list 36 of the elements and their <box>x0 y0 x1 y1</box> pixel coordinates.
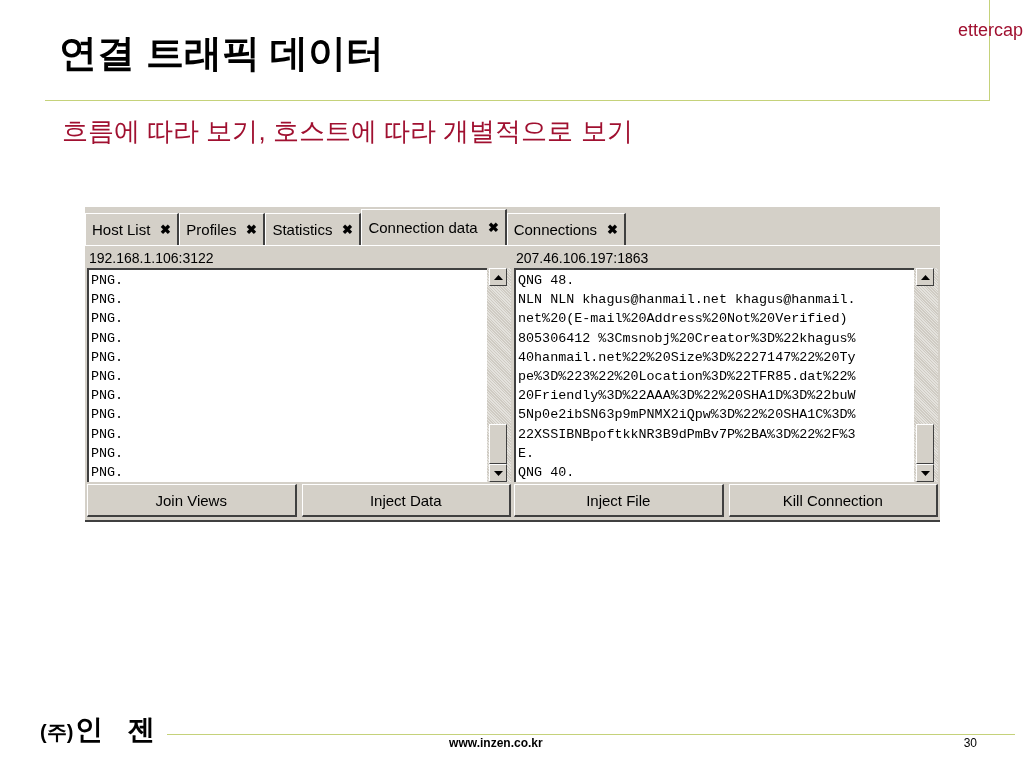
up-arrow-icon <box>493 274 503 280</box>
action-button[interactable]: Inject Data <box>301 484 511 517</box>
action-button[interactable]: Kill Connection <box>728 484 938 517</box>
scroll-up-button[interactable] <box>916 268 934 286</box>
tab[interactable]: Connection data ✖ <box>361 209 507 245</box>
down-arrow-icon <box>920 470 930 476</box>
close-icon[interactable]: ✖ <box>607 222 619 237</box>
slide-title: 연결 트래픽 데이터 <box>59 31 385 76</box>
page-number: 30 <box>963 736 977 750</box>
action-button[interactable]: Join Views <box>87 484 297 517</box>
scroll-down-button[interactable] <box>916 464 934 482</box>
topic-label: ettercap <box>957 20 1023 41</box>
close-icon[interactable]: ✖ <box>246 222 258 237</box>
scrollbar[interactable] <box>487 268 511 482</box>
close-icon[interactable]: ✖ <box>342 222 354 237</box>
close-icon[interactable]: ✖ <box>487 220 499 235</box>
slide-subtitle: 흐름에 따라 보기, 호스트에 따라 개별적으로 보기 <box>62 115 633 147</box>
action-button[interactable]: Inject File <box>514 484 724 517</box>
tab[interactable]: Connections ✖ <box>506 213 627 245</box>
address-label: 192.168.1.106:3122 <box>88 249 215 268</box>
text-area: QNG 48. NLN NLN khagus@hanmail.net khagus@hanmail. net%20(E-mail%20Address%20Not%20Verified) 805306412 %3Cmsnobj%20Creator%3D%22khagus% 40hanmail.net%22%20Size%3D%2227147%22%20Ty pe%3D%223%22%20Location%3D%22TFR85.dat%22% 20Friendly%3D%22AAA%3D%22%20SHA1D%3D%22buW 5Np0e2ibSN63p9mPNMX2iQpw%3D%22%20SHA1C%3D% 22XSSIBNBpoftkkNR3B9dPmBv7P%2BA%3D%22%2F%3 E. QNG 40. <box>514 268 914 482</box>
tab[interactable]: Profiles ✖ <box>179 213 266 245</box>
down-arrow-icon <box>493 470 503 476</box>
website-url: www.inzen.co.kr <box>449 736 543 750</box>
scroll-thumb[interactable] <box>916 424 934 464</box>
text-area: PNG. PNG. PNG. PNG. PNG. PNG. PNG. PNG. PNG. PNG. PNG. <box>87 268 487 482</box>
scrollbar[interactable] <box>914 268 938 482</box>
tab[interactable]: Host List ✖ <box>85 213 180 245</box>
scroll-up-button[interactable] <box>489 268 507 286</box>
close-icon[interactable]: ✖ <box>160 222 172 237</box>
address-label: 207.46.106.197:1863 <box>515 249 650 268</box>
company-logo: (주)인 젠 <box>40 716 164 746</box>
scroll-down-button[interactable] <box>489 464 507 482</box>
tab[interactable]: Statistics ✖ <box>265 213 362 245</box>
up-arrow-icon <box>920 274 930 280</box>
scroll-thumb[interactable] <box>489 424 507 464</box>
